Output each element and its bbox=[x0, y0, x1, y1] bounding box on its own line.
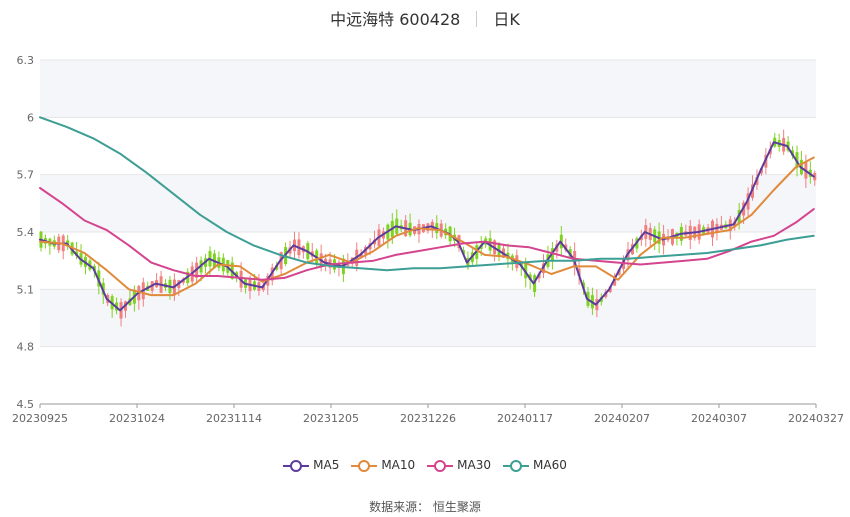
y-tick-label: 6 bbox=[27, 111, 34, 124]
legend-label: MA60 bbox=[533, 458, 567, 472]
legend-marker-icon bbox=[351, 460, 378, 472]
legend-label: MA30 bbox=[457, 458, 492, 472]
legend-label: MA10 bbox=[381, 458, 416, 472]
x-tick-label: 20231205 bbox=[303, 412, 359, 425]
x-tick-label: 20240327 bbox=[788, 412, 844, 425]
legend-label: MA5 bbox=[313, 458, 340, 472]
x-tick-label: 20240307 bbox=[691, 412, 747, 425]
x-tick-label: 20230925 bbox=[12, 412, 68, 425]
y-tick-label: 5.7 bbox=[17, 169, 35, 182]
legend-item-ma5[interactable]: MA5 bbox=[283, 458, 339, 472]
source-label: 数据来源： bbox=[369, 500, 430, 514]
y-tick-label: 5.1 bbox=[17, 283, 35, 296]
legend: MA5 MA10 MA30 MA60 bbox=[0, 458, 850, 472]
x-tick-label: 20231024 bbox=[109, 412, 165, 425]
y-tick-label: 4.8 bbox=[17, 341, 35, 354]
legend-item-ma60[interactable]: MA60 bbox=[503, 458, 567, 472]
x-tick-label: 20240207 bbox=[594, 412, 650, 425]
grid-band bbox=[40, 60, 816, 118]
legend-item-ma10[interactable]: MA10 bbox=[351, 458, 415, 472]
legend-marker-icon bbox=[283, 460, 310, 472]
legend-marker-icon bbox=[427, 460, 454, 472]
y-tick-label: 5.4 bbox=[17, 226, 35, 239]
y-tick-label: 6.3 bbox=[17, 54, 35, 67]
grid-band bbox=[40, 289, 816, 347]
legend-marker-icon bbox=[503, 460, 530, 472]
y-tick-label: 4.5 bbox=[17, 398, 35, 411]
x-tick-label: 20231114 bbox=[206, 412, 262, 425]
data-source: 数据来源： 恒生聚源 bbox=[0, 498, 850, 515]
kline-chart: 4.5 4.8 5.1 5.4 5.7 6 6.3 20230925 20231024 20231… bbox=[12, 54, 844, 425]
legend-item-ma30[interactable]: MA30 bbox=[427, 458, 491, 472]
x-tick-label: 20231226 bbox=[400, 412, 456, 425]
source-value: 恒生聚源 bbox=[432, 500, 481, 514]
x-tick-label: 20240117 bbox=[497, 412, 553, 425]
